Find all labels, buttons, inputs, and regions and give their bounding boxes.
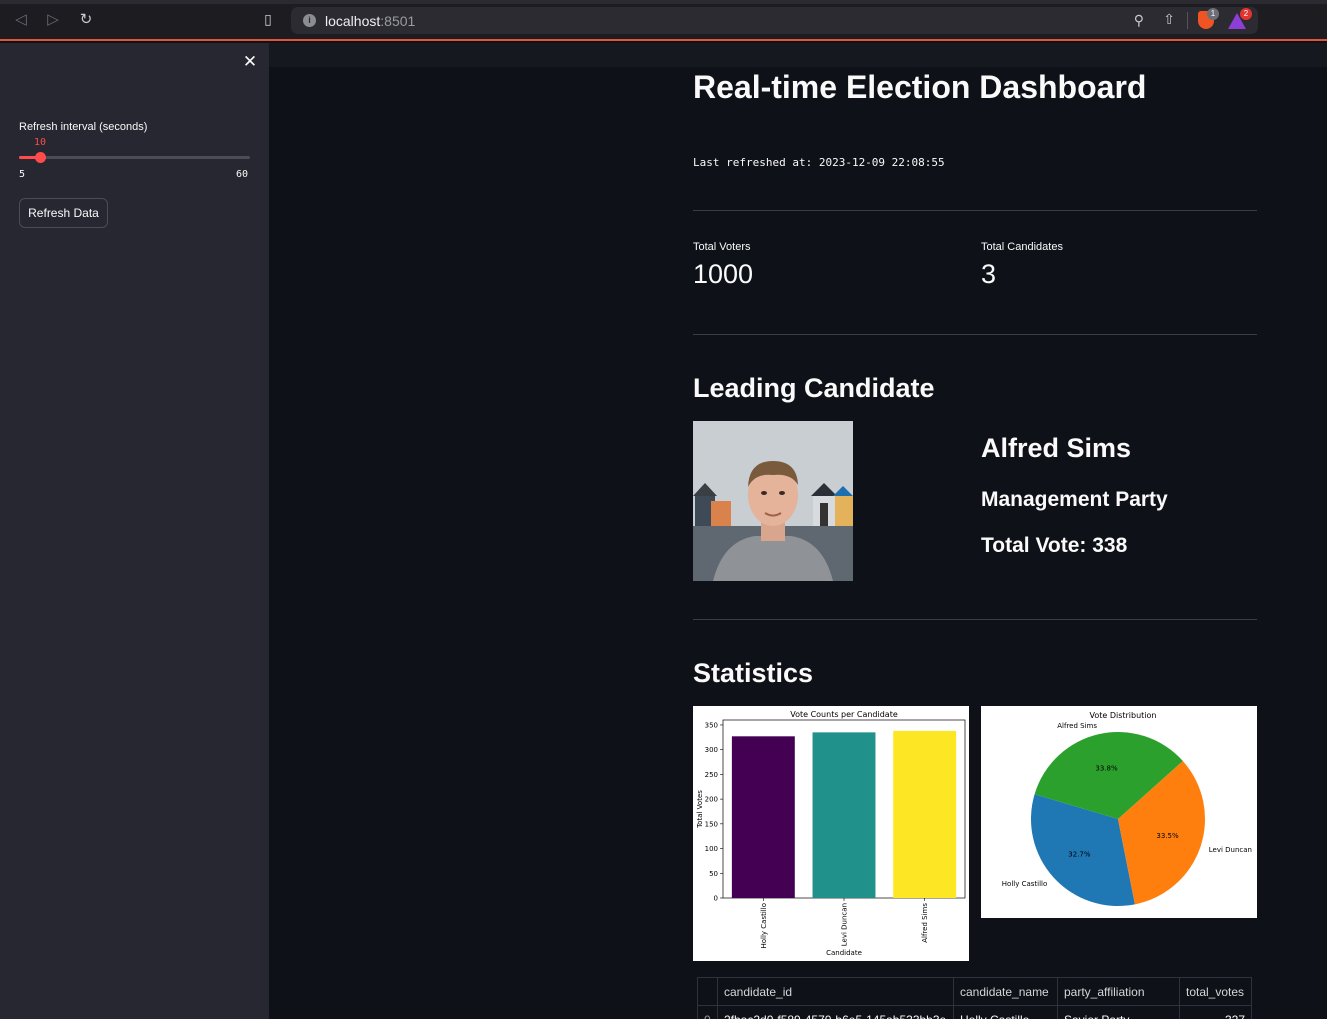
pie-pct-label: 32.7%	[1068, 851, 1091, 859]
statistics-heading: Statistics	[693, 658, 814, 688]
divider	[693, 619, 1257, 620]
slider-thumb[interactable]	[35, 152, 46, 163]
slider-max-label: 60	[236, 169, 249, 180]
zoom-icon[interactable]: ⚲	[1134, 12, 1144, 29]
slider-value: 10	[34, 137, 47, 148]
leading-candidate-votes: Total Vote: 338	[981, 534, 1128, 557]
divider	[693, 334, 1257, 335]
pie-chart-container: Vote Distribution 32.7% Holly Castillo 33.5…	[981, 706, 1257, 918]
divider	[693, 210, 1257, 211]
url-host: localhost	[325, 13, 381, 29]
last-refreshed-text: Last refreshed at: 2023-12-09 22:08:55	[693, 156, 945, 169]
pie-chart-title: Vote Distribution	[1089, 711, 1156, 720]
bar-chart: Vote Counts per Candidate 0 50 100 150 200 250…	[696, 710, 966, 957]
address-bar[interactable]: i localhost:8501 ⚲ ⇧ 1 2	[291, 7, 1258, 34]
y-tick-label: 200	[705, 796, 718, 804]
bar-alfred-sims	[893, 730, 957, 898]
table-cell-candidate-id: 2fbac2d0-f589-4570-b6e5-145ab533bb3e	[717, 1005, 954, 1019]
bar-chart-container: Vote Counts per Candidate 0 50 100 150 200 250…	[693, 706, 969, 961]
shields-count-badge: 1	[1207, 8, 1219, 20]
bar-levi-duncan	[812, 732, 876, 898]
x-tick-label: Alfred Sims	[921, 903, 929, 943]
y-tick-label: 350	[705, 721, 718, 729]
pie-slice-label: Alfred Sims	[1057, 722, 1097, 730]
browser-toolbar: ◁ ▷ ↻ ▯ i localhost:8501 ⚲ ⇧ 1 2	[0, 0, 1327, 41]
slider-min-label: 5	[19, 169, 26, 180]
pie-slice-label: Levi Duncan	[1209, 846, 1252, 854]
forward-icon[interactable]: ▷	[44, 11, 62, 29]
y-tick-label: 0	[714, 895, 718, 903]
main-content: Real-time Election Dashboard Last refres…	[269, 43, 1327, 1019]
bar-holly-castillo	[731, 736, 795, 898]
table-header-total-votes[interactable]: total_votes	[1179, 977, 1252, 1006]
table-row[interactable]: 0 2fbac2d0-f589-4570-b6e5-145ab533bb3e H…	[697, 1005, 1252, 1019]
back-icon[interactable]: ◁	[12, 11, 30, 29]
bar-chart-title: Vote Counts per Candidate	[790, 710, 898, 719]
table-header-party-affiliation[interactable]: party_affiliation	[1057, 977, 1180, 1006]
sidebar: ✕ Refresh interval (seconds) 10 5 60 Ref…	[0, 43, 269, 1019]
x-tick-label: Holly Castillo	[760, 903, 768, 949]
header-bar	[269, 43, 1327, 67]
pie-chart: Vote Distribution 32.7% Holly Castillo 33.5…	[1002, 711, 1252, 906]
y-tick-label: 50	[709, 870, 718, 878]
table-cell-party-affiliation: Savior Party	[1057, 1005, 1180, 1019]
y-tick-label: 100	[705, 845, 718, 853]
bar-chart-xlabel: Candidate	[826, 949, 862, 957]
results-table[interactable]: candidate_id candidate_name party_affili…	[697, 977, 1252, 1019]
tab-strip	[0, 0, 1327, 4]
rewards-count-badge: 2	[1240, 8, 1252, 20]
metric-value-total-candidates: 3	[981, 259, 997, 289]
url-port: :8501	[380, 13, 416, 29]
bookmark-icon[interactable]: ▯	[261, 11, 275, 29]
leading-candidate-heading: Leading Candidate	[693, 373, 935, 403]
pie-pct-label: 33.5%	[1156, 832, 1179, 840]
y-tick-label: 150	[705, 820, 718, 828]
y-tick-label: 250	[705, 771, 718, 779]
pie-slice-label: Holly Castillo	[1002, 880, 1048, 888]
x-tick-label: Levi Duncan	[841, 903, 849, 946]
bar-chart-ylabel: Total Votes	[696, 790, 704, 829]
close-sidebar-icon[interactable]: ✕	[242, 52, 258, 72]
table-cell-candidate-name: Holly Castillo	[953, 1005, 1058, 1019]
metric-label-total-candidates: Total Candidates	[981, 241, 1063, 253]
table-header-candidate-id[interactable]: candidate_id	[717, 977, 954, 1006]
pie-pct-label: 33.8%	[1095, 765, 1118, 773]
table-cell-index: 0	[697, 1005, 718, 1019]
slider-label: Refresh interval (seconds)	[19, 121, 148, 133]
refresh-data-button[interactable]: Refresh Data	[19, 198, 108, 228]
metric-label-total-voters: Total Voters	[693, 241, 751, 253]
share-icon[interactable]: ⇧	[1163, 11, 1175, 28]
leading-candidate-party: Management Party	[981, 488, 1168, 511]
candidate-photo	[693, 421, 853, 581]
refresh-interval-slider[interactable]	[19, 152, 250, 163]
site-info-icon[interactable]: i	[303, 14, 316, 27]
reload-icon[interactable]: ↻	[77, 11, 95, 29]
table-header-candidate-name[interactable]: candidate_name	[953, 977, 1058, 1006]
url-text[interactable]: localhost:8501	[325, 13, 415, 29]
table-cell-total-votes: 327	[1179, 1005, 1252, 1019]
page-title: Real-time Election Dashboard	[693, 69, 1147, 105]
table-header-index[interactable]	[697, 977, 718, 1006]
y-tick-label: 300	[705, 746, 718, 754]
divider	[1187, 12, 1188, 29]
table-header-row: candidate_id candidate_name party_affili…	[697, 977, 1252, 1006]
metric-value-total-voters: 1000	[693, 259, 754, 289]
leading-candidate-name: Alfred Sims	[981, 433, 1132, 463]
